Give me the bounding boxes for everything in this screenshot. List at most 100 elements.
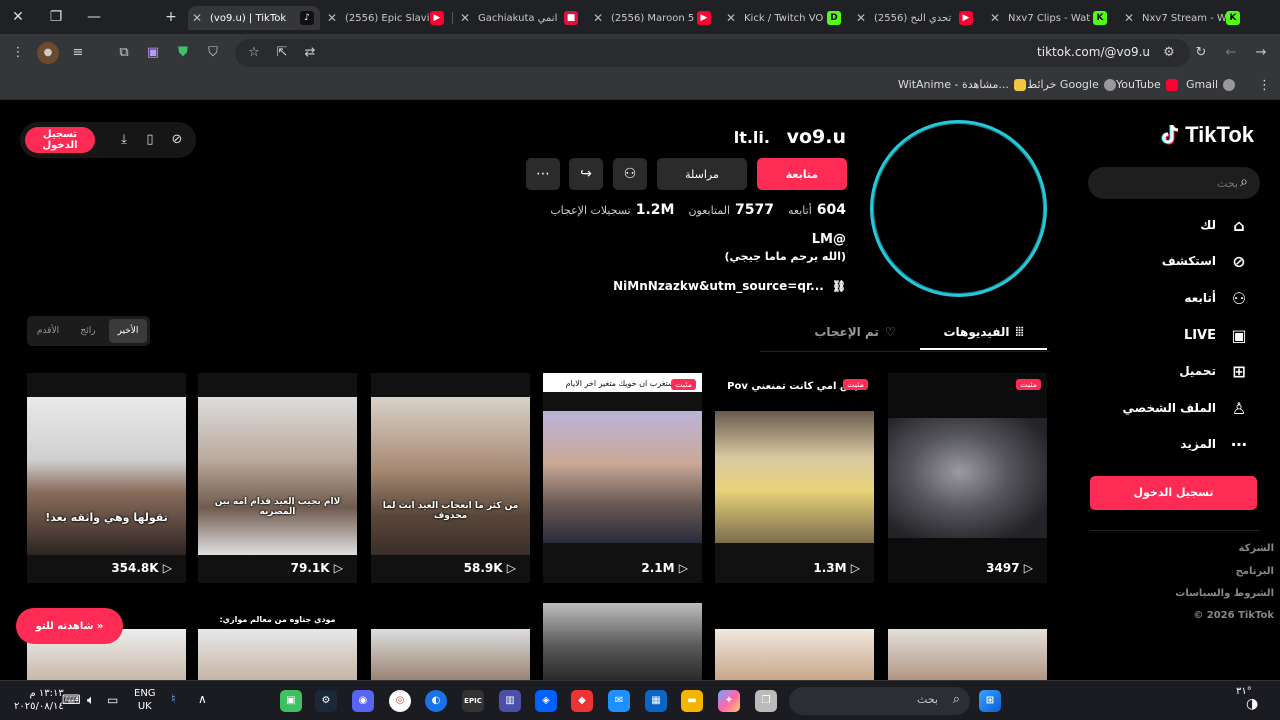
login-button-sidebar[interactable]: تسجيل الدخول bbox=[1090, 476, 1257, 510]
volume-icon[interactable]: 🔈︎ bbox=[87, 693, 95, 708]
watched-jump-button[interactable]: شاهدته للتو » bbox=[16, 608, 123, 644]
clock[interactable]: ١٣:١٣ م ٢٠٢٥/٠٨/١٤ bbox=[14, 687, 64, 713]
battery-icon[interactable]: ▭ bbox=[107, 693, 118, 707]
footer-link-terms[interactable]: الشروط والسياسات bbox=[1175, 588, 1274, 599]
translate-icon[interactable]: ⇄ bbox=[299, 42, 321, 64]
browser-tab-epic[interactable]: ✕ (2556) Epic Slavi ▶ bbox=[323, 6, 450, 30]
mail-icon[interactable]: ✉ bbox=[608, 690, 630, 712]
video-card[interactable]: مستغرب ان خويك متغير اخر الايام مثبت 2.1… bbox=[543, 373, 702, 583]
security-icon[interactable]: ⛉ bbox=[202, 42, 224, 64]
task-view-icon[interactable]: ❐ bbox=[755, 690, 777, 712]
nav-explore[interactable]: ⊘ استكشف bbox=[1162, 248, 1250, 274]
app-icon-purple[interactable]: ▥ bbox=[499, 690, 521, 712]
tab-close-icon[interactable]: ✕ bbox=[456, 11, 474, 25]
login-button-top[interactable]: تسجيل الدخول bbox=[25, 127, 95, 153]
tab-liked[interactable]: ♡ تم الإعجاب bbox=[800, 318, 910, 350]
footer-link-program[interactable]: البرنامج bbox=[1236, 566, 1274, 577]
app-icon-red[interactable]: ◆ bbox=[571, 690, 593, 712]
discord-icon[interactable]: ◉ bbox=[352, 690, 374, 712]
search-icon[interactable]: ⌕ bbox=[1240, 174, 1248, 190]
back-icon[interactable]: → bbox=[1250, 42, 1272, 64]
video-card[interactable] bbox=[371, 629, 530, 680]
new-tab-icon[interactable]: + bbox=[159, 6, 183, 28]
network-icon[interactable]: ⌨ bbox=[62, 693, 81, 708]
tab-close-icon[interactable]: ✕ bbox=[589, 11, 607, 25]
taskbar-search[interactable]: بحث ⌕ bbox=[789, 687, 970, 715]
nav-live[interactable]: ▣ LIVE bbox=[1184, 322, 1250, 348]
steam-icon[interactable]: ⚙ bbox=[315, 690, 337, 712]
bookmark-google-maps[interactable]: خرائط Google bbox=[1027, 78, 1116, 91]
video-card[interactable]: لاام بجيب العيد قدام امه بين المصريه 79.… bbox=[198, 373, 357, 583]
video-card[interactable]: مودي جناوه من معالم موازي: bbox=[198, 611, 357, 680]
browser-tab-tiktok[interactable]: ✕ (vo9.u) | TikTok ♪ bbox=[188, 6, 320, 30]
compass-small-icon[interactable]: ⊘ bbox=[167, 130, 187, 150]
tray-chevron-icon[interactable]: ∧ bbox=[198, 692, 207, 706]
bio-link[interactable]: NiMnNzazkw&utm_source=qr... ⛓ bbox=[613, 279, 846, 293]
sort-popular[interactable]: رائج bbox=[69, 319, 107, 343]
footer-link-company[interactable]: الشركة bbox=[1239, 543, 1274, 554]
browser-tab-kick[interactable]: ✕ Kick / Twitch VO D bbox=[722, 6, 847, 30]
nav-for-you[interactable]: ⌂ لك bbox=[1200, 212, 1250, 238]
add-friend-icon[interactable]: ⚇ bbox=[613, 158, 647, 190]
tab-videos[interactable]: ⦙⦙⦙ الفيديوهات bbox=[920, 318, 1047, 350]
browser-tab-nxv7-stream[interactable]: ✕ Nxv7 Stream - W K bbox=[1120, 6, 1246, 30]
window-close-icon[interactable]: ✕ bbox=[6, 6, 30, 28]
epic-games-icon[interactable]: EPIC bbox=[462, 690, 484, 712]
microphone-icon[interactable]: ♮ bbox=[171, 692, 176, 707]
browser-tab-challenge[interactable]: ✕ (2556) تحدي النح ▶ bbox=[852, 6, 979, 30]
profile-avatar[interactable] bbox=[870, 120, 1047, 297]
menu-kebab-icon[interactable]: ⋮ bbox=[7, 42, 29, 64]
tab-close-icon[interactable]: ✕ bbox=[986, 11, 1004, 25]
nav-more[interactable]: ⋯ المزيد bbox=[1180, 431, 1250, 457]
tab-close-icon[interactable]: ✕ bbox=[323, 11, 341, 25]
nav-upload[interactable]: ⊞ تحميل bbox=[1179, 358, 1250, 384]
site-settings-icon[interactable]: ⚙ bbox=[1158, 42, 1180, 64]
browser-tab-nxv7-clips[interactable]: ✕ Nxv7 Clips - Wat K bbox=[986, 6, 1113, 30]
playlist-icon[interactable]: ≡ bbox=[67, 42, 89, 64]
star-icon[interactable]: ☆ bbox=[243, 42, 265, 64]
stat-following[interactable]: 604 أتابعه bbox=[788, 202, 846, 218]
tab-close-icon[interactable]: ✕ bbox=[188, 11, 206, 25]
follow-button[interactable]: متابعة bbox=[757, 158, 847, 190]
store-icon[interactable]: ▦ bbox=[645, 690, 667, 712]
sort-oldest[interactable]: الأقدم bbox=[29, 319, 67, 343]
search-box[interactable]: ⌕ bbox=[1088, 167, 1260, 199]
video-card[interactable] bbox=[888, 629, 1047, 680]
download-icon[interactable]: ⤓ bbox=[114, 130, 134, 150]
video-card[interactable]: تقولها وهي واثقه بعد! 354.8K ▷ bbox=[27, 373, 186, 583]
browser-tab-gachiakuta[interactable]: ✕ Gachiakuta انمي ■ bbox=[456, 6, 584, 30]
tab-close-icon[interactable]: ✕ bbox=[852, 11, 870, 25]
bookmark-youtube[interactable]: YouTube bbox=[1116, 78, 1178, 91]
dropbox-icon[interactable]: ◈ bbox=[535, 690, 557, 712]
share-icon[interactable]: ⇱ bbox=[271, 42, 293, 64]
shield-icon[interactable]: ⛊ bbox=[172, 42, 194, 64]
video-card[interactable]: من كثر ما انعجاب العيد ابث لما محدوف 58.… bbox=[371, 373, 530, 583]
bookmark-witanime[interactable]: WitAnime - مشاهدة... bbox=[898, 78, 1026, 91]
language-indicator[interactable]: ENG UK bbox=[134, 687, 156, 713]
chrome-icon[interactable]: ◎ bbox=[389, 690, 411, 712]
nav-profile[interactable]: ♙ الملف الشخصي bbox=[1123, 395, 1250, 421]
tab-close-icon[interactable]: ✕ bbox=[722, 11, 740, 25]
windows-start-icon[interactable]: ⊞ bbox=[979, 690, 1001, 712]
reload-icon[interactable]: ↻ bbox=[1190, 42, 1212, 64]
video-card[interactable]: Pov ليش امي كانت تمنعني مثبت 1.3M ▷ bbox=[715, 373, 874, 583]
window-restore-icon[interactable]: ❐ bbox=[44, 6, 68, 28]
copilot-icon[interactable]: ✦ bbox=[718, 690, 740, 712]
mobile-icon[interactable]: ▯ bbox=[140, 130, 160, 150]
app-icon-green[interactable]: ▣ bbox=[280, 690, 302, 712]
tiktok-logo[interactable]: TikTok bbox=[1161, 122, 1254, 148]
edge-icon[interactable]: ◐ bbox=[425, 690, 447, 712]
nav-following[interactable]: ⚇ أتابعه bbox=[1184, 285, 1250, 311]
search-input[interactable] bbox=[1118, 173, 1238, 193]
forward-icon[interactable]: ← bbox=[1220, 42, 1242, 64]
bookmark-gmail[interactable]: Gmail bbox=[1186, 78, 1236, 91]
extension-icon[interactable]: ▣ bbox=[142, 42, 164, 64]
url-text[interactable]: tiktok.com/@vo9.u bbox=[1037, 45, 1150, 59]
message-button[interactable]: مراسلة bbox=[657, 158, 747, 190]
share-icon[interactable]: ↪ bbox=[569, 158, 603, 190]
window-minimize-icon[interactable]: — bbox=[82, 6, 106, 28]
omnibox[interactable]: ☆ ⇱ ⇄ tiktok.com/@vo9.u ⚙ bbox=[235, 39, 1190, 67]
video-card[interactable]: مثبت 3497 ▷ bbox=[888, 373, 1047, 583]
browser-tab-maroon[interactable]: ✕ (2556) Maroon 5 ▶ bbox=[589, 6, 717, 30]
more-bookmarks-icon[interactable]: ⋮ bbox=[1258, 78, 1271, 93]
